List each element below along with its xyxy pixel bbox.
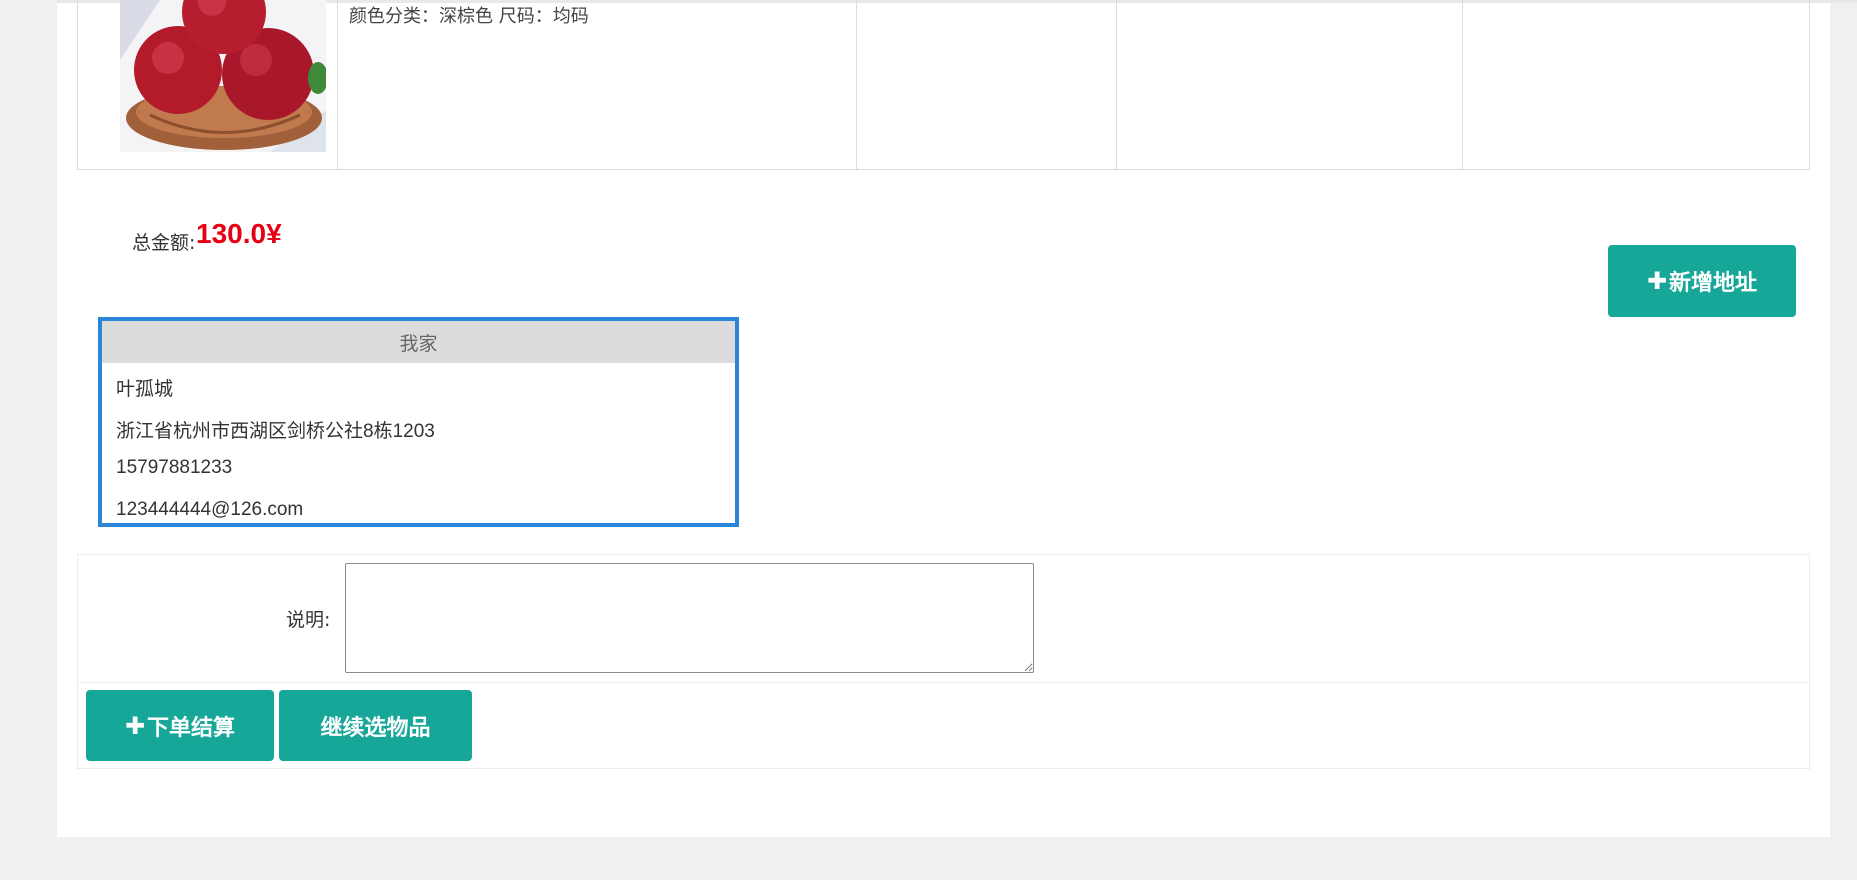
address-email: 123444444@126.com [116,499,304,520]
submit-order-button[interactable]: ✚ 下单结算 [86,690,274,761]
total-amount-value: 130.0¥ [196,218,282,249]
address-recipient-name: 叶孤城 [116,379,174,400]
table-column-divider [856,0,857,170]
plus-icon: ✚ [124,711,146,740]
table-column-divider [1462,0,1463,170]
add-address-button[interactable]: ✚ 新增地址 [1608,245,1796,317]
address-card-title: 我家 [102,321,735,363]
description-label: 说明: [286,609,331,631]
total-amount-label: 总金额: [132,232,196,254]
form-divider [78,682,1809,683]
product-image [120,0,326,152]
submit-order-label: 下单结算 [147,715,236,741]
address-card-selected[interactable]: 我家 叶孤城 浙江省杭州市西湖区剑桥公社8栋1203 15797881233 1… [98,317,739,527]
continue-shopping-label: 继续选物品 [320,715,431,741]
address-detail: 浙江省杭州市西湖区剑桥公社8栋1203 [116,421,435,442]
add-address-label: 新增地址 [1669,271,1758,296]
table-column-divider [337,0,338,170]
product-spec-text: 颜色分类：深棕色 尺码：均码 [349,6,589,27]
plus-icon: ✚ [1646,267,1668,295]
table-column-divider [1116,0,1117,170]
description-textarea[interactable] [345,563,1034,673]
continue-shopping-button[interactable]: 继续选物品 [279,690,472,761]
address-phone: 15797881233 [116,457,233,478]
